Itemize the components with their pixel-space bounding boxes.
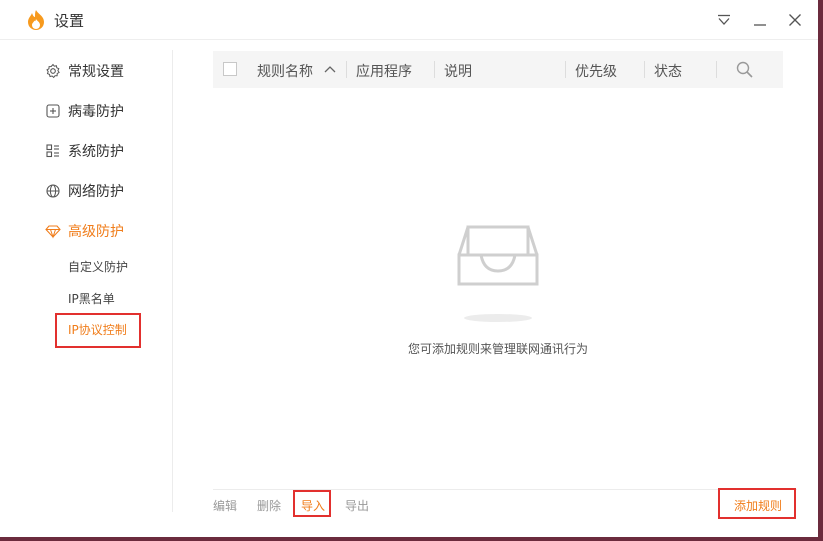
search-icon[interactable] <box>736 61 753 78</box>
gear-icon <box>45 63 61 79</box>
empty-state-message: 您可添加规则来管理联网通讯行为 <box>408 342 589 356</box>
select-all-checkbox[interactable] <box>223 62 237 76</box>
title-bar: 设置 <box>0 0 818 40</box>
column-separator <box>644 61 645 78</box>
column-separator <box>346 61 347 78</box>
close-button[interactable] <box>783 8 807 32</box>
diamond-icon <box>45 223 61 239</box>
settings-window: 设置 常规设置 病毒防护 系统防护 网络防护 高级防护 自定义防护 IP黑名单 … <box>0 0 818 537</box>
grid-icon <box>45 143 61 159</box>
highlight-box-ip-protocol <box>55 313 141 348</box>
export-button[interactable]: 导出 <box>345 497 369 514</box>
edit-button[interactable]: 编辑 <box>213 497 237 514</box>
sidebar-item-label: 常规设置 <box>68 64 124 80</box>
window-title: 设置 <box>54 12 85 30</box>
highlight-box-import <box>293 490 331 517</box>
empty-tray-icon <box>457 225 539 322</box>
sidebar-item-network-protection[interactable]: 网络防护 <box>45 181 124 201</box>
column-separator <box>434 61 435 78</box>
minimize-button[interactable] <box>748 8 772 32</box>
app-logo-icon <box>28 10 44 30</box>
column-separator <box>716 61 717 78</box>
column-header-description[interactable]: 说明 <box>444 61 472 81</box>
sidebar-item-virus-protection[interactable]: 病毒防护 <box>45 101 124 121</box>
delete-button[interactable]: 删除 <box>257 497 281 514</box>
sidebar-item-advanced-protection[interactable]: 高级防护 <box>45 221 124 241</box>
minimize-icon <box>754 24 766 26</box>
column-header-rule-name[interactable]: 规则名称 <box>257 61 313 81</box>
dropdown-menu-icon <box>718 14 730 25</box>
menu-dropdown-button[interactable] <box>712 8 736 32</box>
column-header-status[interactable]: 状态 <box>654 61 682 81</box>
column-separator <box>565 61 566 78</box>
column-header-application[interactable]: 应用程序 <box>356 61 412 81</box>
sidebar-item-label: 网络防护 <box>68 184 124 200</box>
sidebar-item-general[interactable]: 常规设置 <box>45 61 124 81</box>
sidebar-subitem-custom-protection[interactable]: 自定义防护 <box>68 258 128 275</box>
sidebar-item-label: 系统防护 <box>68 144 124 160</box>
sidebar-divider <box>172 50 173 512</box>
sidebar-item-label: 高级防护 <box>68 224 124 240</box>
plus-box-icon <box>45 103 61 119</box>
highlight-box-add-rule <box>718 488 796 519</box>
globe-icon <box>45 183 61 199</box>
sidebar-item-label: 病毒防护 <box>68 104 124 120</box>
rules-table-header: 规则名称 应用程序 说明 优先级 状态 <box>213 51 783 88</box>
column-header-priority[interactable]: 优先级 <box>575 61 617 81</box>
sidebar-subitem-ip-blacklist[interactable]: IP黑名单 <box>68 290 115 307</box>
close-icon <box>789 14 801 26</box>
sort-ascending-icon[interactable] <box>324 65 336 73</box>
sidebar-item-system-protection[interactable]: 系统防护 <box>45 141 124 161</box>
